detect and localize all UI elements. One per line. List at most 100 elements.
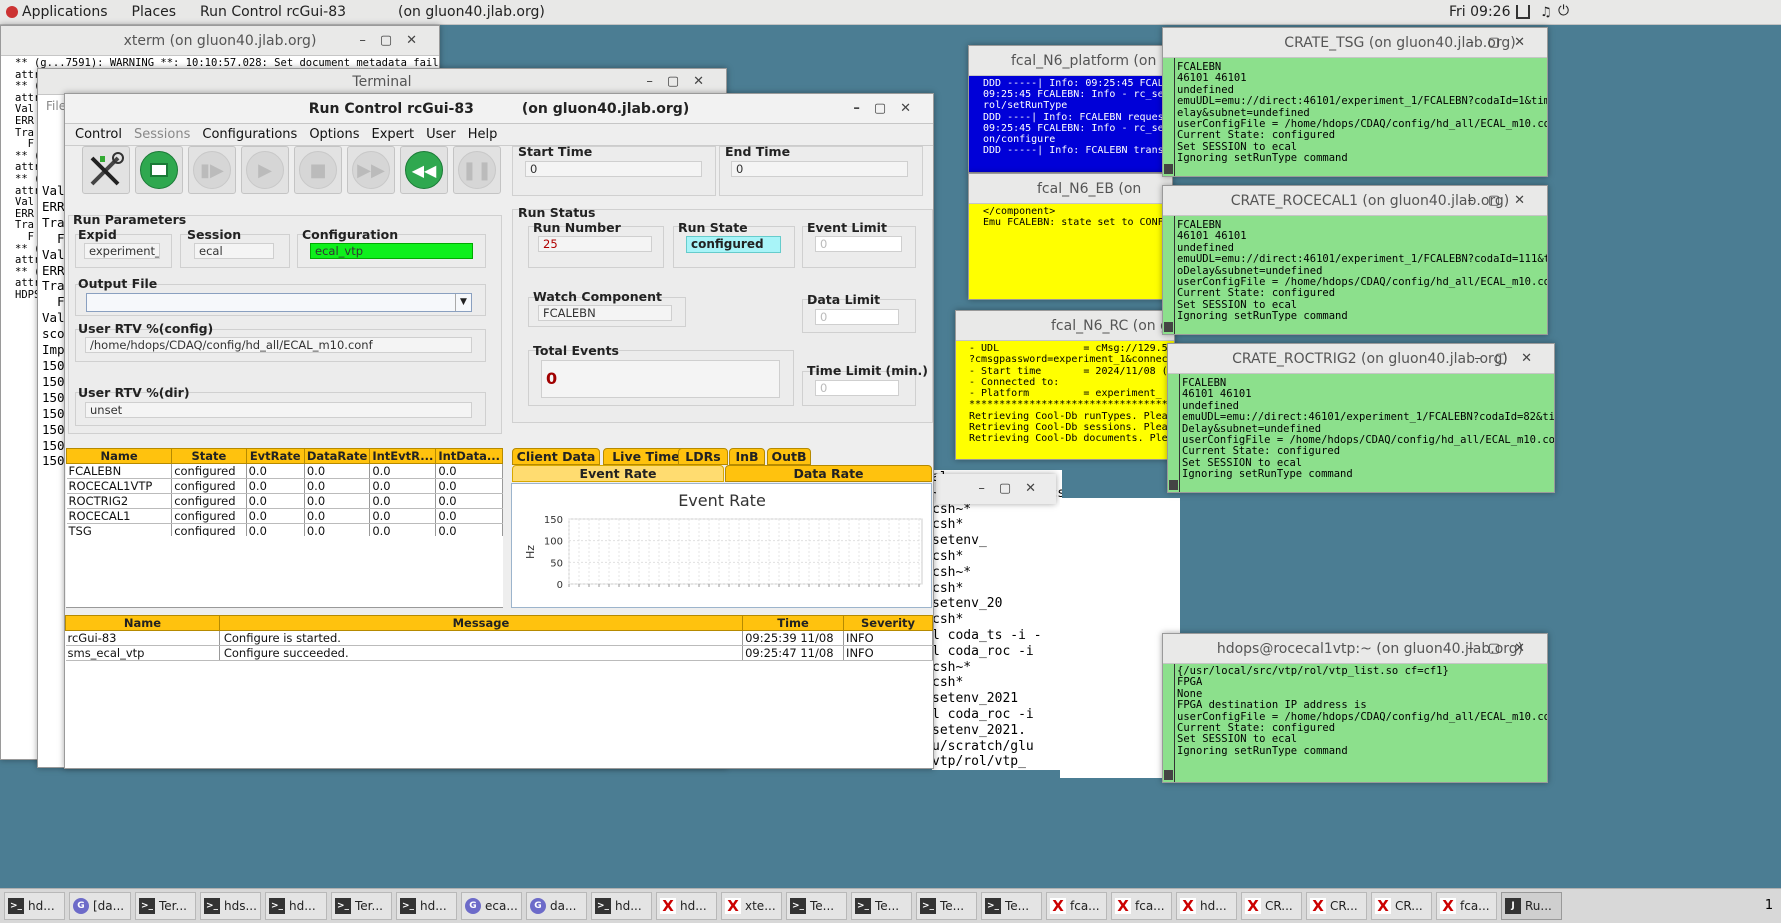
fcal-rc-window[interactable]: fcal_N6_RC (on glu - UDL = cMsg://129.5?… — [955, 310, 1175, 460]
taskbar-item[interactable]: G [da... — [69, 892, 131, 920]
background-terminal[interactable]: al~* setenv_2021.csh*csh~*csh*setenv_csh… — [932, 470, 1062, 770]
menu-configurations[interactable]: Configurations — [196, 127, 303, 142]
output-file-combo[interactable] — [86, 293, 472, 312]
column-evtrate[interactable]: EvtRate — [245, 448, 305, 464]
background-window-2[interactable]: –▢✕ — [936, 474, 1056, 504]
taskbar-item[interactable]: Xfca... — [1046, 892, 1107, 920]
taskbar-item[interactable]: Gda... — [526, 892, 587, 920]
scrollbar[interactable] — [1163, 216, 1175, 334]
window-controls[interactable]: –▢✕ — [1474, 344, 1546, 374]
window-controls[interactable]: –▢✕ — [1467, 186, 1539, 216]
taskbar-item[interactable]: >_ Ter... — [331, 892, 392, 920]
window-controls[interactable]: –▢✕ — [359, 26, 431, 56]
taskbar-item[interactable]: >_ Ter... — [135, 892, 196, 920]
taskbar-item[interactable]: X CR... — [1241, 892, 1302, 920]
menu-user[interactable]: User — [420, 127, 462, 142]
scrollbar[interactable] — [1168, 374, 1180, 492]
fcal-platform-titlebar[interactable]: fcal_N6_platform (on — [969, 46, 1172, 76]
crate-roctrig2-titlebar[interactable]: CRATE_ROCTRIG2 (on gluon40.jlab.org) –▢✕ — [1168, 344, 1554, 374]
taskbar-item[interactable]: >_ hd... — [4, 892, 65, 920]
table-row[interactable]: ROCTRIG2 configured 0.0 0.0 0.0 0.0 — [66, 493, 503, 509]
taskbar-item[interactable]: >_ hd... — [396, 892, 457, 920]
window-controls[interactable]: –▢✕ — [1467, 634, 1539, 664]
taskbar-item[interactable]: >_ hd... — [265, 892, 327, 920]
column-time[interactable]: Time — [742, 615, 845, 631]
subtab-data-rate[interactable]: Data Rate — [725, 465, 932, 482]
column-severity[interactable]: Severity — [843, 615, 933, 631]
taskbar-item[interactable]: X CR... — [1371, 892, 1432, 920]
fcal-eb-titlebar[interactable]: fcal_N6_EB (on — [969, 174, 1172, 204]
column-state[interactable]: State — [171, 448, 247, 464]
taskbar-item[interactable]: >_ Te... — [916, 892, 977, 920]
menu-control[interactable]: Control — [69, 127, 128, 142]
column-intdatarate[interactable]: IntData... — [435, 448, 503, 464]
message-row[interactable]: sms_ecal_vtp Configure succeeded. 09:25:47… — [65, 645, 933, 661]
workspace-indicator[interactable]: 1 — [1759, 895, 1779, 917]
taskbar-item[interactable]: Xfca... — [1436, 892, 1497, 920]
clock[interactable]: Fri 09:26 — [1449, 4, 1510, 20]
subtab-event-rate[interactable]: Event Rate — [512, 465, 724, 482]
download-button[interactable] — [135, 146, 183, 194]
taskbar-item[interactable]: >_ hd... — [591, 892, 652, 920]
terminal-titlebar[interactable]: Terminal –▢✕ — [38, 69, 726, 95]
crate-tsg-titlebar[interactable]: CRATE_TSG (on gluon40.jlab.org) –▢✕ — [1163, 28, 1547, 58]
tab-live-time[interactable]: Live Time — [603, 448, 689, 465]
active-app-menu[interactable]: Run Control rcGui-83 — [188, 4, 358, 20]
menu-help[interactable]: Help — [462, 127, 504, 142]
power-icon[interactable]: ⏻ — [1558, 3, 1569, 19]
table-row[interactable]: FCALEBN configured 0.0 0.0 0.0 0.0 — [66, 463, 503, 479]
column-intevtrate[interactable]: IntEvtR... — [369, 448, 437, 464]
taskbar-item[interactable]: J Ru... — [1501, 892, 1562, 920]
network-icon[interactable] — [1516, 5, 1530, 19]
fcal-platform-window[interactable]: fcal_N6_platform (on DDD -----| Info: 09… — [968, 45, 1173, 173]
taskbar-item[interactable]: Xhd... — [1176, 892, 1237, 920]
taskbar-item[interactable]: Xxte... — [721, 892, 782, 920]
window-controls[interactable]: –▢✕ — [646, 69, 718, 95]
event-limit-field[interactable]: 0 — [815, 236, 902, 252]
tab-inb[interactable]: InB — [729, 448, 765, 465]
taskbar-item[interactable]: >_ Te... — [786, 892, 847, 920]
fcal-rc-titlebar[interactable]: fcal_N6_RC (on glu — [956, 311, 1174, 341]
places-menu[interactable]: Places — [120, 4, 189, 20]
crate-rocecal1-titlebar[interactable]: CRATE_ROCECAL1 (on gluon40.jlab.org) –▢✕ — [1163, 186, 1547, 216]
chevron-down-icon[interactable]: ▼ — [455, 294, 471, 311]
taskbar-item[interactable]: >_ hds... — [200, 892, 261, 920]
tab-ldrs[interactable]: LDRs — [678, 448, 728, 465]
configure-button[interactable] — [82, 146, 130, 194]
messages-table[interactable]: Name Message Time Severity rcGui-83 Confi… — [65, 615, 933, 661]
fcal-eb-window[interactable]: fcal_N6_EB (on </component> Emu FCALEBN: … — [968, 173, 1173, 300]
rocecal1vtp-titlebar[interactable]: hdops@rocecal1vtp:~ (on gluon40.jlab.org… — [1163, 634, 1547, 664]
table-row[interactable]: ROCECAL1 configured 0.0 0.0 0.0 0.0 — [66, 508, 503, 524]
scrollbar[interactable] — [1163, 58, 1175, 176]
menu-sessions[interactable]: Sessions — [128, 127, 196, 142]
data-limit-field[interactable]: 0 — [815, 309, 899, 325]
column-datarate[interactable]: DataRate — [303, 448, 371, 464]
components-table[interactable]: Name State EvtRate DataRate IntEvtR... I… — [65, 448, 503, 539]
applications-menu[interactable]: Applications — [0, 4, 120, 20]
run-control-titlebar[interactable]: Run Control rcGui-83 (on gluon40.jlab.org… — [65, 94, 933, 124]
xterm-titlebar[interactable]: xterm (on gluon40.jlab.org) –▢✕ — [1, 26, 439, 56]
taskbar-item[interactable]: X CR... — [1306, 892, 1367, 920]
time-limit-field[interactable]: 0 — [815, 380, 899, 396]
table-row[interactable]: ROCECAL1VTP configured 0.0 0.0 0.0 0.0 — [66, 478, 503, 494]
run-control-window[interactable]: Run Control rcGui-83 (on gluon40.jlab.org… — [64, 93, 934, 769]
taskbar-item[interactable]: >_ Te... — [851, 892, 912, 920]
tab-outb[interactable]: OutB — [767, 448, 811, 465]
window-controls[interactable]: –▢✕ — [1467, 28, 1539, 58]
window-controls[interactable]: –▢✕ — [853, 94, 925, 124]
message-row[interactable]: rcGui-83 Configure is started. 09:25:39 11… — [65, 630, 933, 646]
rocecal1vtp-window[interactable]: hdops@rocecal1vtp:~ (on gluon40.jlab.org… — [1162, 633, 1548, 783]
menu-expert[interactable]: Expert — [365, 127, 420, 142]
taskbar-item[interactable]: Xhd... — [656, 892, 717, 920]
column-message[interactable]: Message — [218, 615, 744, 631]
taskbar-item[interactable]: >_ Te... — [981, 892, 1042, 920]
volume-icon[interactable]: ♫ — [1540, 5, 1552, 20]
menu-options[interactable]: Options — [303, 127, 365, 142]
window-controls[interactable]: –▢✕ — [978, 474, 1050, 504]
taskbar-item[interactable]: Geca... — [461, 892, 522, 920]
crate-rocecal1-window[interactable]: CRATE_ROCECAL1 (on gluon40.jlab.org) –▢✕ … — [1162, 185, 1548, 335]
crate-tsg-window[interactable]: CRATE_TSG (on gluon40.jlab.org) –▢✕ FCALE… — [1162, 27, 1548, 177]
crate-roctrig2-window[interactable]: CRATE_ROCTRIG2 (on gluon40.jlab.org) –▢✕ … — [1167, 343, 1555, 493]
reset-button[interactable]: ◀◀ — [400, 146, 448, 194]
tab-client-data[interactable]: Client Data — [512, 448, 600, 465]
